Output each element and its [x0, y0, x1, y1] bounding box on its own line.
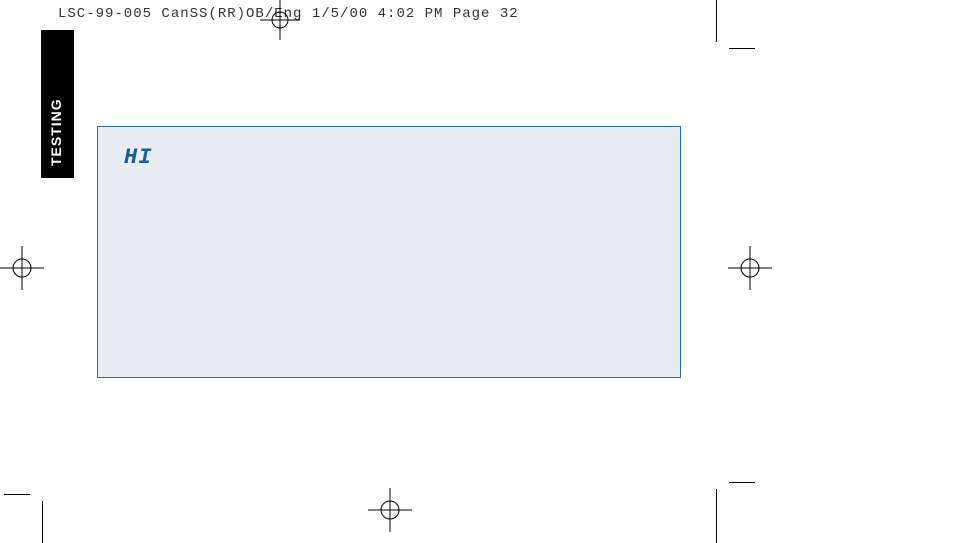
registration-mark-icon [728, 246, 772, 290]
section-tab-label: TESTING [48, 98, 64, 166]
crop-mark-icon [716, 489, 717, 543]
crop-mark-icon [729, 48, 755, 49]
crop-mark-icon [729, 482, 755, 483]
registration-mark-icon [0, 246, 44, 290]
crop-mark-icon [42, 501, 43, 543]
crop-mark-icon [4, 494, 30, 495]
crop-mark-icon [716, 0, 717, 42]
registration-mark-icon [368, 488, 412, 532]
display-text: HI [124, 145, 654, 170]
prepress-slug: LSC-99-005 CanSS(RR)OB/Eng 1/5/00 4:02 P… [58, 6, 519, 22]
section-tab-testing: TESTING [41, 30, 74, 178]
content-panel: HI [97, 126, 681, 378]
